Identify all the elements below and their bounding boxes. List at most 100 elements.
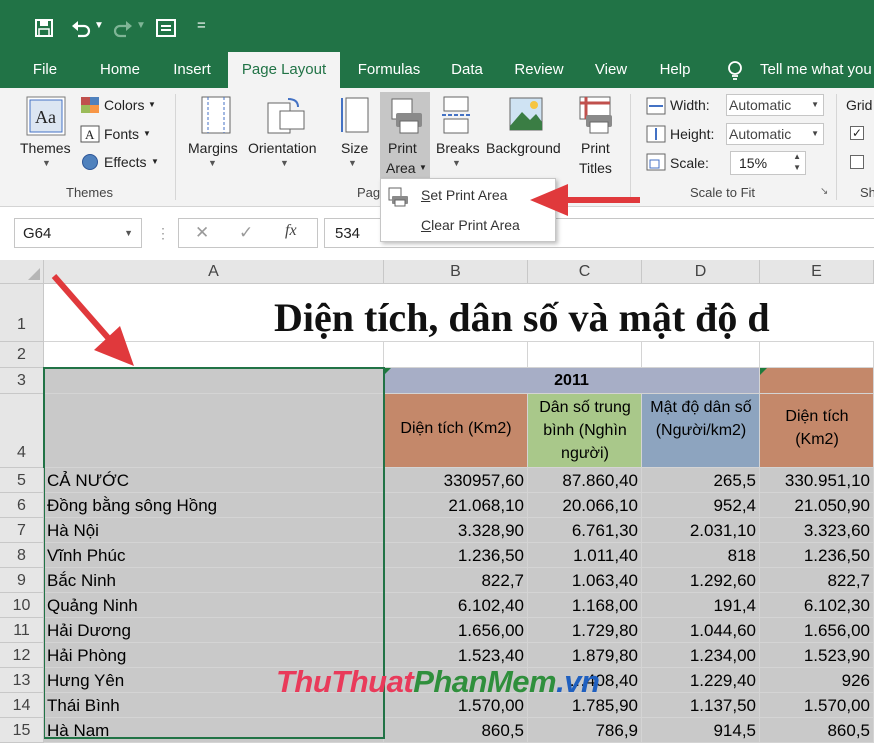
dialog-launcher-icon[interactable]: ↘ (820, 186, 828, 197)
tab-insert[interactable]: Insert (166, 52, 218, 88)
cell-a4[interactable] (44, 394, 384, 468)
cell-region[interactable]: Hà Nội (44, 518, 384, 543)
cell-area[interactable]: 3.328,90 (384, 518, 528, 543)
row-header[interactable]: 4 (0, 394, 44, 468)
cell-area-2[interactable]: 21.050,90 (760, 493, 874, 518)
cell-density[interactable]: 1.234,00 (642, 643, 760, 668)
cell-region[interactable]: Quảng Ninh (44, 593, 384, 618)
orientation-dropdown-icon[interactable]: ▼ (280, 158, 289, 168)
cell-density[interactable]: 1.137,50 (642, 693, 760, 718)
cell-population[interactable]: 1.729,80 (528, 618, 642, 643)
column-header-e[interactable]: E (760, 260, 874, 284)
cell-c4[interactable]: Dân số trung bình (Nghìn người) (528, 394, 642, 468)
cell-area-2[interactable]: 926 (760, 668, 874, 693)
tab-file[interactable]: File (24, 52, 66, 88)
orientation-icon[interactable] (266, 95, 306, 135)
margins-icon[interactable] (200, 95, 234, 135)
cell-density[interactable]: 1.229,40 (642, 668, 760, 693)
cell-c2[interactable] (528, 342, 642, 368)
row-header[interactable]: 8 (0, 543, 44, 568)
tab-home[interactable]: Home (92, 52, 148, 88)
tab-page-layout[interactable]: Page Layout (228, 52, 340, 88)
cell-population[interactable]: 87.860,40 (528, 468, 642, 493)
margins-button-label[interactable]: Margins (188, 140, 238, 156)
print-area-label-line1[interactable]: Print (388, 140, 417, 156)
cell-density[interactable]: 1.044,60 (642, 618, 760, 643)
cell-a3[interactable] (44, 368, 384, 394)
cell-d2[interactable] (642, 342, 760, 368)
effects-button-label[interactable]: Effects (104, 154, 147, 170)
cell-density[interactable]: 1.292,60 (642, 568, 760, 593)
themes-button-label[interactable]: Themes (20, 140, 71, 156)
gridlines-view-checkbox[interactable]: ✓ (850, 126, 864, 140)
cell-area-2[interactable]: 6.102,30 (760, 593, 874, 618)
tab-help[interactable]: Help (652, 52, 698, 88)
breaks-icon[interactable] (442, 95, 472, 135)
cell-region[interactable]: Hải Dương (44, 618, 384, 643)
print-area-label-line2[interactable]: Area (386, 160, 416, 176)
width-dropdown-icon[interactable]: ▼ (811, 100, 819, 109)
cell-e4[interactable]: Diện tích (Km2) (760, 394, 874, 468)
tab-data[interactable]: Data (444, 52, 490, 88)
select-all-corner[interactable] (0, 260, 44, 284)
cell-region[interactable]: CẢ NƯỚC (44, 468, 384, 493)
effects-icon[interactable] (80, 153, 100, 171)
column-header-c[interactable]: C (528, 260, 642, 284)
cell-b2[interactable] (384, 342, 528, 368)
print-titles-label-line2[interactable]: Titles (579, 160, 612, 176)
cell-population[interactable]: 786,9 (528, 718, 642, 743)
clear-print-area-item[interactable]: Clear Print Area (421, 217, 520, 233)
effects-dropdown-icon[interactable]: ▼ (151, 157, 159, 166)
cell-density[interactable]: 2.031,10 (642, 518, 760, 543)
cell-area[interactable]: 21.068,10 (384, 493, 528, 518)
customize-qat-icon[interactable]: = (197, 17, 206, 34)
row-header[interactable]: 5 (0, 468, 44, 493)
orientation-button-label[interactable]: Orientation (248, 140, 316, 156)
scale-up-icon[interactable]: ▲ (793, 152, 801, 161)
themes-dropdown-icon[interactable]: ▼ (42, 158, 51, 168)
colors-button-label[interactable]: Colors (104, 97, 144, 113)
row-header[interactable]: 6 (0, 493, 44, 518)
cell-density[interactable]: 952,4 (642, 493, 760, 518)
height-select[interactable]: Automatic ▼ (726, 123, 824, 145)
cell-region[interactable]: Vĩnh Phúc (44, 543, 384, 568)
tab-review[interactable]: Review (508, 52, 570, 88)
fonts-icon[interactable]: A (80, 125, 100, 143)
select-all-icon[interactable] (28, 268, 40, 280)
cell-area-2[interactable]: 330.951,10 (760, 468, 874, 493)
height-dropdown-icon[interactable]: ▼ (811, 129, 819, 138)
cell-area-2[interactable]: 860,5 (760, 718, 874, 743)
scale-down-icon[interactable]: ▼ (793, 163, 801, 172)
cell-area-2[interactable]: 1.236,50 (760, 543, 874, 568)
size-icon[interactable] (340, 96, 370, 136)
row-header[interactable]: 15 (0, 718, 44, 743)
tab-formulas[interactable]: Formulas (350, 52, 428, 88)
width-select[interactable]: Automatic ▼ (726, 94, 824, 116)
undo-icon[interactable] (70, 18, 92, 38)
cell-population[interactable]: 6.761,30 (528, 518, 642, 543)
cell-region[interactable]: Hà Nam (44, 718, 384, 743)
print-area-dropdown-icon[interactable]: ▼ (419, 163, 427, 172)
row-header[interactable]: 1 (0, 284, 44, 342)
insert-function-icon[interactable]: fx (285, 222, 297, 240)
cell-area[interactable]: 822,7 (384, 568, 528, 593)
cell-area-2[interactable]: 1.656,00 (760, 618, 874, 643)
print-titles-label-line1[interactable]: Print (581, 140, 610, 156)
margins-dropdown-icon[interactable]: ▼ (208, 158, 217, 168)
size-dropdown-icon[interactable]: ▼ (348, 158, 357, 168)
row-header[interactable]: 10 (0, 593, 44, 618)
cell-d4[interactable]: Mật độ dân số (Người/km2) (642, 394, 760, 468)
cell-b4[interactable]: Diện tích (Km2) (384, 394, 528, 468)
tell-me-box[interactable]: Tell me what you (760, 52, 874, 88)
cell-population[interactable]: 1.063,40 (528, 568, 642, 593)
fonts-dropdown-icon[interactable]: ▼ (143, 129, 151, 138)
year-header-cell[interactable]: 2011 (384, 368, 760, 394)
column-header-a[interactable]: A (44, 260, 384, 284)
background-icon[interactable] (508, 96, 544, 132)
set-print-area-item[interactable]: Set Print Area (421, 187, 507, 203)
cell-e3[interactable] (760, 368, 874, 394)
column-header-b[interactable]: B (384, 260, 528, 284)
cell-area[interactable]: 1.656,00 (384, 618, 528, 643)
row-header[interactable]: 3 (0, 368, 44, 394)
cell-population[interactable]: 1.011,40 (528, 543, 642, 568)
